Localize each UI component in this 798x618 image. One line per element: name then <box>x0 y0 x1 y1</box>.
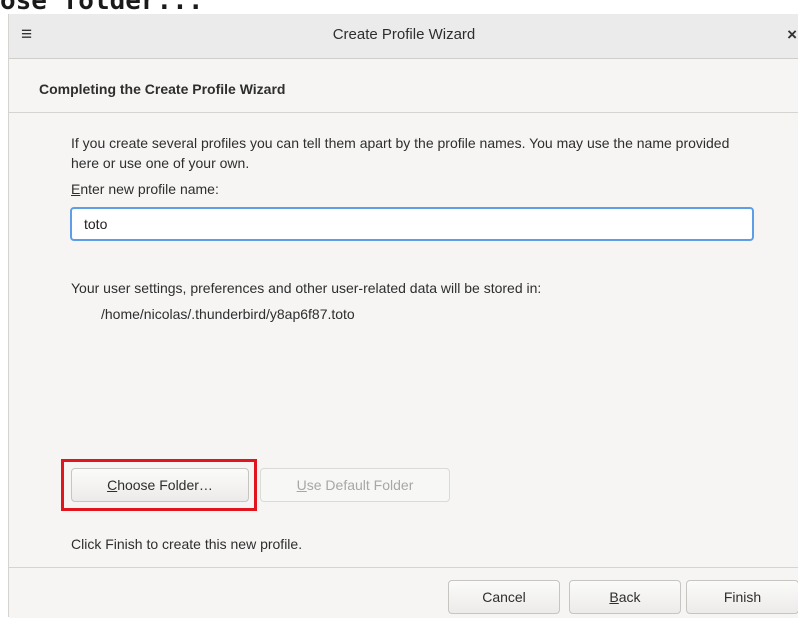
cropped-caption: ose folder... <box>0 0 798 14</box>
intro-text: If you create several profiles you can t… <box>71 135 730 171</box>
choose-folder-label: hoose Folder… <box>117 477 213 493</box>
use-default-folder-label: se Default Folder <box>306 477 414 493</box>
profile-name-label-mnemonic: E <box>71 181 81 197</box>
wizard-header: Completing the Create Profile Wizard <box>9 59 798 113</box>
back-label: ack <box>618 589 641 605</box>
window-title: Create Profile Wizard <box>332 26 476 43</box>
use-default-mnemonic: U <box>296 477 307 493</box>
title-bar: ≡ Create Profile Wizard × <box>9 14 798 59</box>
choose-folder-button[interactable]: Choose Folder… <box>71 468 249 502</box>
choose-folder-mnemonic: C <box>107 477 118 493</box>
back-mnemonic: B <box>609 589 619 605</box>
caption-text: ose folder... <box>0 0 204 14</box>
profile-name-label: Enter new profile name: <box>71 181 219 197</box>
finish-button[interactable]: Finish <box>686 580 798 614</box>
back-button[interactable]: Back <box>569 580 681 614</box>
storage-path: /home/nicolas/.thunderbird/y8ap6f87.toto <box>101 306 355 322</box>
profile-name-label-rest: nter new profile name: <box>80 181 219 197</box>
finish-instruction: Click Finish to create this new profile. <box>71 536 303 552</box>
profile-name-input[interactable] <box>70 207 754 241</box>
use-default-folder-button[interactable]: Use Default Folder <box>260 468 450 502</box>
storage-location-text: Your user settings, preferences and othe… <box>71 280 542 296</box>
close-icon[interactable]: × <box>787 25 797 45</box>
cancel-button[interactable]: Cancel <box>448 580 560 614</box>
wizard-footer: Cancel Back Finish <box>9 567 798 618</box>
wizard-content: If you create several profiles you can t… <box>9 113 798 567</box>
wizard-page-heading: Completing the Create Profile Wizard <box>39 81 286 97</box>
create-profile-wizard-window: ≡ Create Profile Wizard × Completing the… <box>8 14 798 618</box>
